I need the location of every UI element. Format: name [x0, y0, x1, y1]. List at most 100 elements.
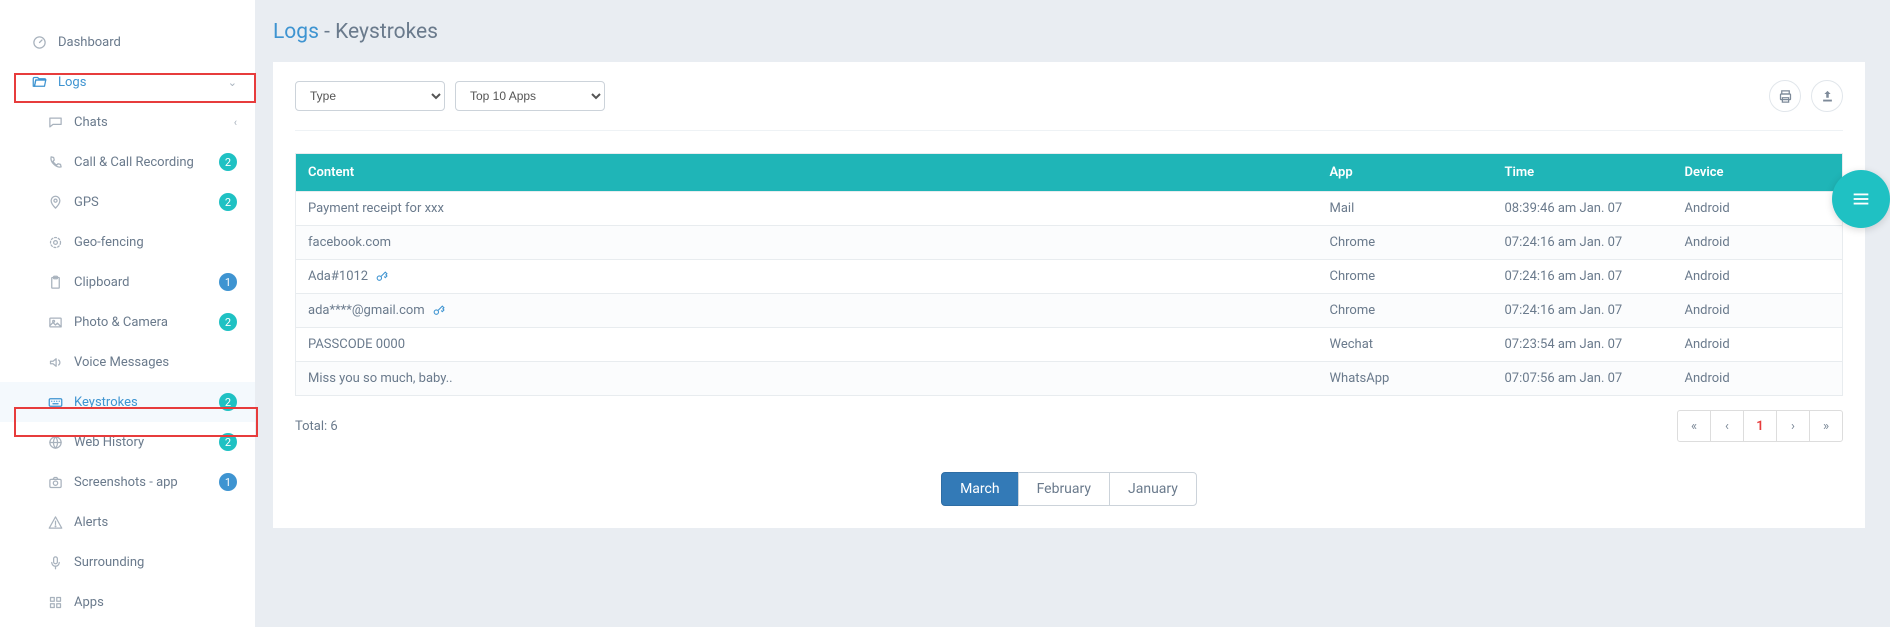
sidebar-item-gps[interactable]: GPS2 — [0, 182, 255, 222]
sidebar-item-label: Photo & Camera — [74, 315, 219, 330]
col-time[interactable]: Time — [1493, 154, 1673, 192]
cell-content: ada****@gmail.com — [296, 294, 1318, 328]
image-icon — [46, 315, 64, 330]
floating-menu-button[interactable] — [1832, 170, 1890, 228]
month-march[interactable]: March — [941, 472, 1019, 506]
phone-icon — [46, 155, 64, 170]
cell-time: 07:07:56 am Jan. 07 — [1493, 362, 1673, 396]
table-row[interactable]: Miss you so much, baby..WhatsApp07:07:56… — [296, 362, 1843, 396]
page-first[interactable]: « — [1677, 410, 1711, 442]
cell-content: PASSCODE 0000 — [296, 328, 1318, 362]
table-row[interactable]: Ada#1012 Chrome07:24:16 am Jan. 07Androi… — [296, 260, 1843, 294]
key-icon — [375, 270, 388, 283]
sidebar-item-call-call-recording[interactable]: Call & Call Recording2 — [0, 142, 255, 182]
main-content: Logs - Keystrokes Type Top 10 Apps — [273, 0, 1890, 627]
cell-time: 08:39:46 am Jan. 07 — [1493, 192, 1673, 226]
filter-type-select[interactable]: Type — [295, 81, 445, 111]
sidebar-item-clipboard[interactable]: Clipboard1 — [0, 262, 255, 302]
table-row[interactable]: facebook.comChrome07:24:16 am Jan. 07And… — [296, 226, 1843, 260]
cell-app: WhatsApp — [1318, 362, 1493, 396]
badge: 1 — [219, 273, 237, 291]
cell-time: 07:24:16 am Jan. 07 — [1493, 294, 1673, 328]
table-row[interactable]: PASSCODE 0000Wechat07:23:54 am Jan. 07An… — [296, 328, 1843, 362]
cell-device: Android — [1673, 362, 1843, 396]
sidebar: DashboardLogs⌄Chats‹Call & Call Recordin… — [0, 0, 255, 627]
print-button[interactable] — [1769, 80, 1801, 112]
audio-icon — [46, 355, 64, 370]
filter-apps-select[interactable]: Top 10 Apps — [455, 81, 605, 111]
sidebar-item-photo-camera[interactable]: Photo & Camera2 — [0, 302, 255, 342]
month-january[interactable]: January — [1109, 472, 1197, 506]
cell-app: Chrome — [1318, 260, 1493, 294]
sidebar-item-web-history[interactable]: Web History2 — [0, 422, 255, 462]
pin-icon — [46, 195, 64, 210]
cell-time: 07:24:16 am Jan. 07 — [1493, 260, 1673, 294]
apps-icon — [46, 595, 64, 610]
table-row[interactable]: Payment receipt for xxxMail08:39:46 am J… — [296, 192, 1843, 226]
cell-content: Ada#1012 — [296, 260, 1318, 294]
sidebar-item-surrounding[interactable]: Surrounding — [0, 542, 255, 582]
col-content[interactable]: Content — [296, 154, 1318, 192]
keystrokes-table: Content App Time Device Payment receipt … — [295, 153, 1843, 396]
sidebar-item-voice-messages[interactable]: Voice Messages — [0, 342, 255, 382]
page-title: Logs - Keystrokes — [273, 20, 1865, 44]
badge: 2 — [219, 313, 237, 331]
sidebar-item-chats[interactable]: Chats‹ — [0, 102, 255, 142]
sidebar-item-screenshots-app[interactable]: Screenshots - app1 — [0, 462, 255, 502]
camera-icon — [46, 475, 64, 490]
cell-content: Payment receipt for xxx — [296, 192, 1318, 226]
sidebar-item-apps[interactable]: Apps — [0, 582, 255, 622]
cell-app: Chrome — [1318, 226, 1493, 260]
sidebar-item-alerts[interactable]: Alerts — [0, 502, 255, 542]
chats-icon — [46, 115, 64, 130]
alert-icon — [46, 515, 64, 530]
geofence-icon — [46, 235, 64, 250]
sidebar-item-keystrokes[interactable]: Keystrokes2 — [0, 382, 255, 422]
page-prev[interactable]: ‹ — [1710, 410, 1744, 442]
cell-content: facebook.com — [296, 226, 1318, 260]
toolbar: Type Top 10 Apps — [295, 80, 1843, 131]
cell-content: Miss you so much, baby.. — [296, 362, 1318, 396]
sidebar-item-logs[interactable]: Logs⌄ — [0, 62, 255, 102]
title-rest: - Keystrokes — [319, 20, 438, 44]
cell-time: 07:24:16 am Jan. 07 — [1493, 226, 1673, 260]
print-icon — [1778, 89, 1793, 104]
badge: 2 — [219, 393, 237, 411]
sidebar-item-dashboard[interactable]: Dashboard — [0, 22, 255, 62]
pagination: « ‹ 1 › » — [1677, 410, 1843, 442]
export-button[interactable] — [1811, 80, 1843, 112]
month-february[interactable]: February — [1018, 472, 1110, 506]
badge: 2 — [219, 193, 237, 211]
page-last[interactable]: » — [1809, 410, 1843, 442]
sidebar-item-label: Keystrokes — [74, 395, 219, 410]
badge: 1 — [219, 473, 237, 491]
sidebar-item-label: Call & Call Recording — [74, 155, 219, 170]
total-count: Total: 6 — [295, 419, 338, 434]
mic-icon — [46, 555, 64, 570]
cell-time: 07:23:54 am Jan. 07 — [1493, 328, 1673, 362]
page-next[interactable]: › — [1776, 410, 1810, 442]
key-icon — [432, 304, 445, 317]
cell-device: Android — [1673, 192, 1843, 226]
col-device[interactable]: Device — [1673, 154, 1843, 192]
page-1[interactable]: 1 — [1743, 410, 1777, 442]
sidebar-item-label: Geo-fencing — [74, 235, 237, 250]
panel: Type Top 10 Apps — [273, 62, 1865, 528]
sidebar-item-label: Chats — [74, 115, 234, 130]
cell-device: Android — [1673, 294, 1843, 328]
cell-device: Android — [1673, 226, 1843, 260]
hamburger-icon — [1850, 188, 1872, 210]
col-app[interactable]: App — [1318, 154, 1493, 192]
clipboard-icon — [46, 275, 64, 290]
sidebar-item-label: Logs — [58, 75, 228, 90]
sidebar-item-geo-fencing[interactable]: Geo-fencing — [0, 222, 255, 262]
badge: 2 — [219, 153, 237, 171]
table-row[interactable]: ada****@gmail.com Chrome07:24:16 am Jan.… — [296, 294, 1843, 328]
chevron-left-icon: ‹ — [234, 116, 237, 129]
dashboard-icon — [30, 35, 48, 50]
cell-app: Mail — [1318, 192, 1493, 226]
folder-open-icon — [30, 75, 48, 90]
badge: 2 — [219, 433, 237, 451]
sidebar-item-label: Surrounding — [74, 555, 237, 570]
cell-device: Android — [1673, 260, 1843, 294]
